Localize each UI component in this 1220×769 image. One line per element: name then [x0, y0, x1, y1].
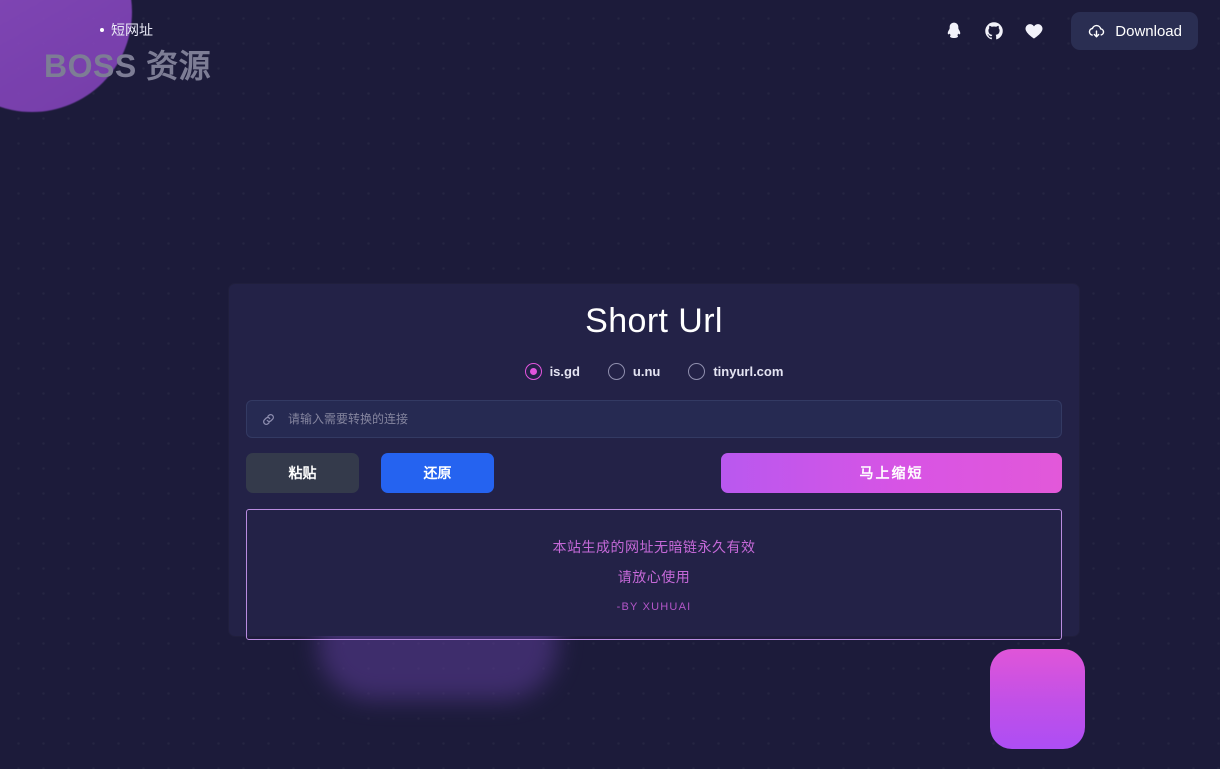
radio-icon [607, 363, 625, 380]
result-author: -BY XUHUAI [616, 600, 692, 613]
provider-option-unu[interactable]: u.nu [607, 363, 661, 380]
decorative-accent-square [990, 649, 1085, 749]
url-input[interactable] [288, 412, 1047, 426]
github-icon[interactable] [983, 20, 1005, 42]
restore-button[interactable]: 还原 [381, 453, 494, 493]
paste-button[interactable]: 粘贴 [246, 453, 359, 493]
result-line-1: 本站生成的网址无暗链永久有效 [552, 538, 756, 555]
page-title: Short Url [585, 302, 723, 340]
dot-icon [100, 28, 104, 32]
nav-item-label: 短网址 [111, 22, 153, 38]
header-nav: 短网址 [100, 20, 153, 40]
cloud-download-icon [1087, 22, 1106, 41]
result-line-2: 请放心使用 [617, 568, 691, 585]
download-button[interactable]: Download [1071, 12, 1198, 50]
radio-icon-selected [524, 363, 542, 380]
result-panel: 本站生成的网址无暗链永久有效 请放心使用 -BY XUHUAI [246, 509, 1062, 640]
url-input-field[interactable] [246, 400, 1062, 438]
qq-icon[interactable] [943, 20, 965, 42]
provider-option-tinyurl[interactable]: tinyurl.com [688, 363, 783, 380]
heart-icon[interactable] [1023, 20, 1045, 42]
link-icon [261, 412, 276, 427]
short-url-card: Short Url is.gd u.nu tinyurl.com 粘贴 还原 马… [229, 284, 1079, 640]
header-actions: Download [943, 12, 1198, 50]
provider-radio-group: is.gd u.nu tinyurl.com [246, 363, 1062, 380]
provider-option-isgd[interactable]: is.gd [524, 363, 580, 380]
shorten-button[interactable]: 马上缩短 [721, 453, 1062, 493]
action-button-row: 粘贴 还原 马上缩短 [246, 453, 1062, 493]
provider-label: tinyurl.com [713, 364, 784, 379]
nav-item-short-url[interactable]: 短网址 [100, 20, 153, 40]
provider-label: is.gd [549, 364, 580, 379]
radio-icon [688, 363, 706, 380]
download-button-label: Download [1115, 22, 1182, 40]
provider-label: u.nu [632, 364, 661, 379]
